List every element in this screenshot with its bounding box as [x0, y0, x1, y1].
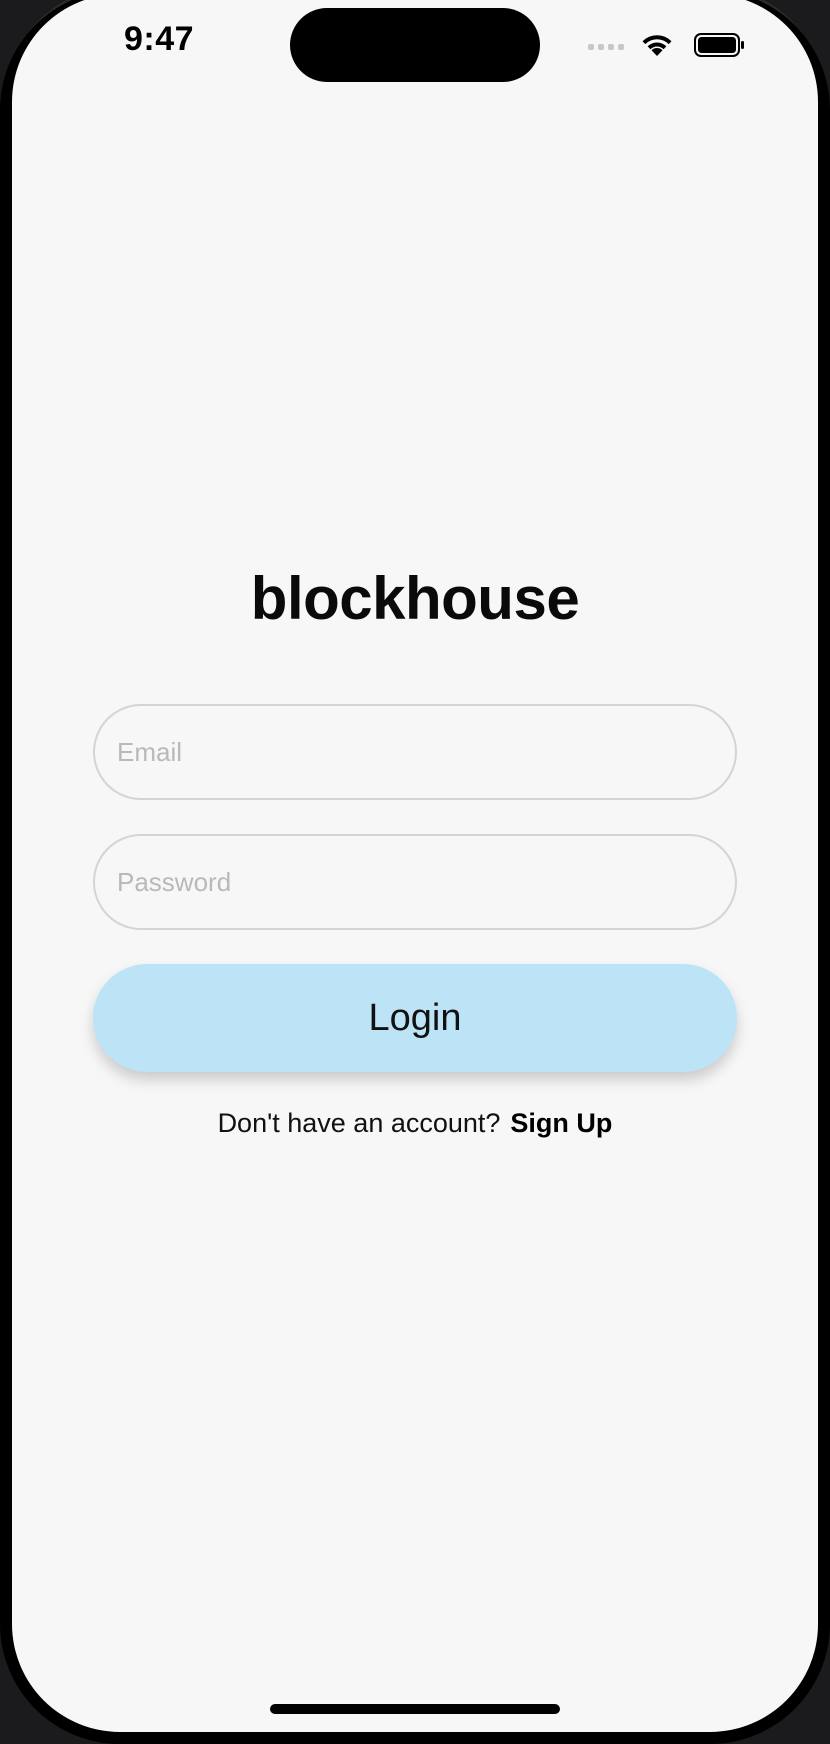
signup-link[interactable]: Sign Up: [510, 1108, 612, 1138]
cellular-signal-icon: [588, 44, 624, 50]
home-indicator[interactable]: [270, 1704, 560, 1714]
status-bar-time: 9:47: [124, 20, 195, 58]
dynamic-island: [290, 8, 540, 82]
email-field[interactable]: [93, 704, 737, 800]
device-frame: 9:47 blockhouse Login Don't have an acco…: [0, 0, 830, 1744]
signup-row: Don't have an account? Sign Up: [12, 1108, 818, 1139]
signup-prompt: Don't have an account?: [217, 1108, 501, 1138]
app-title: blockhouse: [250, 565, 580, 632]
battery-icon: [694, 33, 744, 57]
password-input[interactable]: [95, 836, 735, 928]
app-screen: 9:47 blockhouse Login Don't have an acco…: [12, 0, 818, 1732]
password-field[interactable]: [93, 834, 737, 930]
login-button[interactable]: Login: [93, 964, 737, 1072]
email-input[interactable]: [95, 706, 735, 798]
wifi-icon: [642, 35, 672, 56]
